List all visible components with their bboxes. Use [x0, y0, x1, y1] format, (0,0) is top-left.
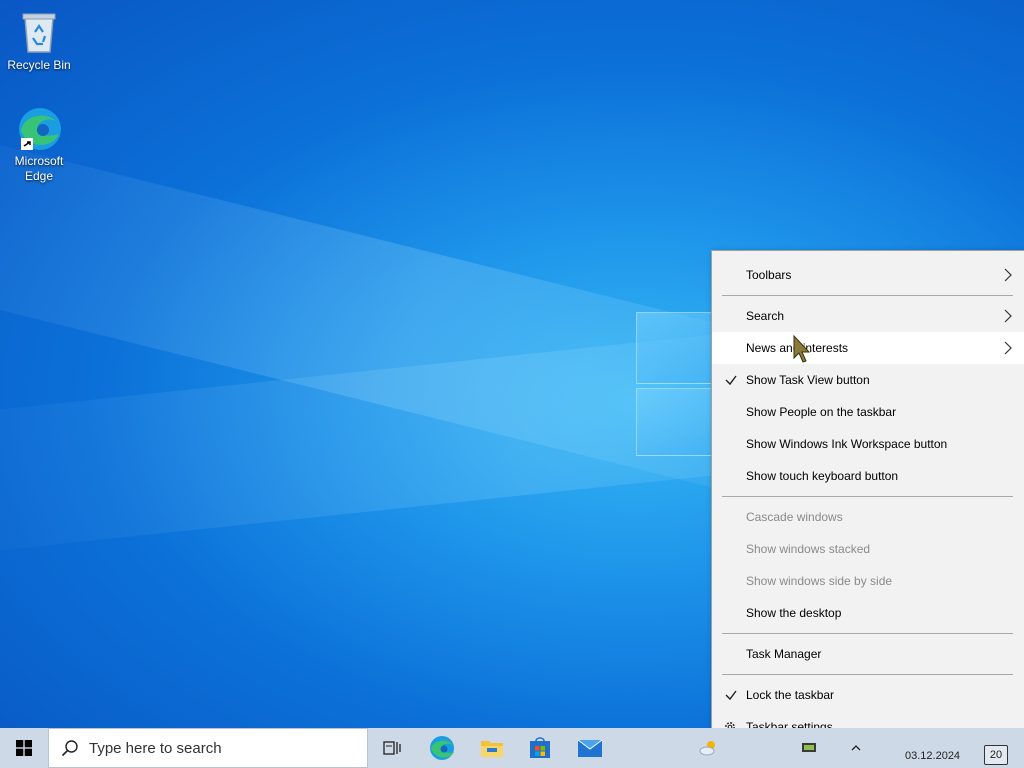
search-icon: [61, 740, 78, 757]
menu-separator: [722, 633, 1013, 634]
windows-logo-icon: [16, 740, 32, 756]
taskbar-store-button[interactable]: [518, 728, 562, 768]
task-view-icon: [383, 741, 401, 755]
file-explorer-icon: [481, 741, 503, 757]
weather-icon: [699, 741, 715, 756]
menu-item-cascade-windows: Cascade windows: [746, 510, 843, 524]
mouse-cursor-icon: [793, 334, 811, 363]
taskbar-edge-button[interactable]: [420, 728, 464, 768]
menu-item-show-the-desktop[interactable]: Show the desktop: [712, 597, 1024, 629]
search-placeholder: Type here to search: [89, 739, 222, 757]
menu-item-show-people[interactable]: Show People on the taskbar: [712, 396, 1024, 428]
chevron-up-icon: [851, 745, 861, 751]
store-icon: [530, 737, 550, 758]
recycle-bin-icon: [15, 8, 63, 56]
tray-weather-icon[interactable]: [696, 728, 720, 768]
menu-separator: [722, 295, 1013, 296]
menu-item-show-task-view-button[interactable]: Show Task View button: [712, 364, 1024, 396]
menu-separator: [722, 674, 1013, 675]
network-icon: [802, 743, 816, 752]
checkmark-icon: [725, 375, 737, 386]
chevron-right-icon: [1004, 309, 1012, 323]
task-view-button[interactable]: [372, 728, 412, 768]
tray-chevron-button[interactable]: [845, 728, 867, 768]
menu-item-search[interactable]: Search: [712, 300, 1024, 332]
desktop-icon-label: Recycle Bin: [7, 58, 71, 72]
chevron-right-icon: [1004, 341, 1012, 355]
mail-icon: [577, 739, 603, 757]
taskbar-context-menu: Toolbars Search News and interests Show …: [711, 250, 1024, 752]
menu-item-news-and-interests[interactable]: News and interests: [712, 332, 1024, 364]
taskbar-mail-button[interactable]: [566, 728, 614, 768]
menu-item-show-windows-ink[interactable]: Show Windows Ink Workspace button: [712, 428, 1024, 460]
menu-separator: [722, 496, 1013, 497]
menu-item-toolbars[interactable]: Toolbars: [712, 259, 1024, 291]
desktop-icon-edge[interactable]: Microsoft Edge: [1, 104, 77, 184]
edge-icon: [430, 736, 454, 760]
menu-item-show-touch-keyboard[interactable]: Show touch keyboard button: [712, 460, 1024, 492]
desktop-icon-recycle-bin[interactable]: Recycle Bin: [1, 8, 77, 73]
taskbar-file-explorer-button[interactable]: [470, 728, 514, 768]
checkmark-icon: [725, 690, 737, 701]
notification-center-badge[interactable]: 20: [984, 745, 1008, 765]
taskbar-search-box[interactable]: Type here to search: [48, 728, 368, 768]
taskbar[interactable]: Type here to search: [0, 728, 1024, 768]
tray-network-icon[interactable]: [798, 728, 820, 768]
chevron-right-icon: [1004, 268, 1012, 282]
edge-icon: [15, 104, 63, 152]
menu-item-task-manager[interactable]: Task Manager: [712, 638, 1024, 670]
taskbar-date[interactable]: 03.12.2024: [905, 750, 960, 762]
menu-item-lock-the-taskbar[interactable]: Lock the taskbar: [712, 679, 1024, 711]
desktop-icon-label: Microsoft Edge: [14, 154, 64, 183]
windows-logo-pane: [636, 388, 718, 456]
start-button[interactable]: [0, 728, 48, 768]
menu-item-show-windows-stacked: Show windows stacked: [746, 542, 871, 556]
menu-item-show-windows-side-by-side: Show windows side by side: [746, 574, 893, 588]
windows-logo-pane: [636, 312, 718, 384]
